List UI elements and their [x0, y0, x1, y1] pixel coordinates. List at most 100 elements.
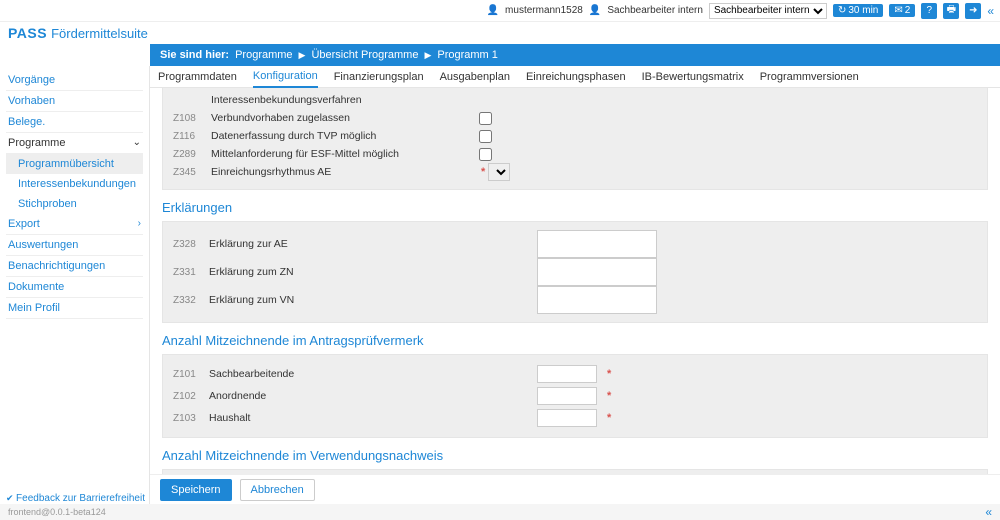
erklaerung-ae-input[interactable]	[537, 230, 657, 258]
expand-topbar-icon[interactable]: «	[987, 4, 994, 18]
field-label: Sachbearbeitende	[209, 368, 529, 380]
sidebar-item-vorhaben[interactable]: Vorhaben	[6, 91, 143, 112]
sidebar-item-export[interactable]: Export›	[6, 214, 143, 235]
field-label: Mittelanforderung für ESF-Mittel möglich	[211, 148, 421, 160]
field-code: Z102	[173, 391, 201, 402]
datenerfassung-checkbox[interactable]	[479, 130, 492, 143]
row-einreichungsrhythmus: Z345 Einreichungsrhythmus AE *	[173, 163, 977, 181]
mittelanforderung-checkbox[interactable]	[479, 148, 492, 161]
sidebar-item-programmuebersicht[interactable]: Programmübersicht	[6, 154, 143, 174]
form-actions: Speichern Abbrechen	[150, 474, 1000, 504]
row-erklaerung-zn: Z331 Erklärung zum ZN	[173, 258, 977, 286]
logo-pass: PASS	[8, 25, 47, 41]
mail-badge[interactable]: ✉ 2	[889, 4, 915, 17]
sidebar-item-dokumente[interactable]: Dokumente	[6, 277, 143, 298]
sidebar-item-programme[interactable]: Programme ⌄	[6, 133, 143, 154]
antrag-haushalt-input[interactable]	[537, 409, 597, 427]
field-code: Z116	[173, 131, 203, 142]
field-code: Z332	[173, 295, 201, 306]
tab-ausgabenplan[interactable]: Ausgabenplan	[440, 67, 510, 87]
required-icon: *	[481, 166, 485, 178]
session-timer[interactable]: ↻ 30 min	[833, 4, 883, 17]
logo-subtitle: Fördermittelsuite	[51, 26, 148, 41]
breadcrumb-programm1[interactable]: Programm 1	[437, 49, 498, 61]
session-timer-value: 30 min	[848, 5, 878, 16]
einreichungsrhythmus-select[interactable]	[488, 163, 510, 181]
chevron-right-icon: ›	[138, 218, 141, 229]
feedback-link[interactable]: Feedback zur Barrierefreiheit	[6, 493, 145, 504]
form-scroll[interactable]: Interessenbekundungsverfahren Z108 Verbu…	[150, 88, 1000, 504]
content-area: Programmdaten Konfiguration Finanzierung…	[150, 66, 1000, 504]
row-erklaerung-ae: Z328 Erklärung zur AE	[173, 230, 977, 258]
erklaerung-zn-input[interactable]	[537, 258, 657, 286]
required-icon: *	[607, 368, 611, 380]
required-icon: *	[607, 390, 611, 402]
section-antrag: Z101 Sachbearbeitende * Z102 Anordnende …	[162, 354, 988, 438]
sidebar-item-benachrichtigungen[interactable]: Benachrichtigungen	[6, 256, 143, 277]
chevron-down-icon: ⌄	[133, 137, 141, 148]
sidebar-item-meinprofil[interactable]: Mein Profil	[6, 298, 143, 319]
field-label: Einreichungsrhythmus AE	[211, 166, 421, 178]
row-mittelanforderung: Z289 Mittelanforderung für ESF-Mittel mö…	[173, 145, 977, 163]
sidebar-item-belege[interactable]: Belege.	[6, 112, 143, 133]
antrag-anordnende-input[interactable]	[537, 387, 597, 405]
field-label: Interessenbekundungsverfahren	[211, 94, 421, 106]
sidebar: Vorgänge Vorhaben Belege. Programme ⌄ Pro…	[0, 66, 150, 504]
chevron-right-icon: ▶	[424, 50, 431, 61]
breadcrumb-programme[interactable]: Programme	[235, 49, 292, 61]
field-code: Z103	[173, 413, 201, 424]
sidebar-item-interessenbekundungen[interactable]: Interessenbekundungen	[6, 174, 143, 194]
section-erklaerungen: Z328 Erklärung zur AE Z331 Erklärung zum…	[162, 221, 988, 323]
cancel-button[interactable]: Abbrechen	[240, 479, 315, 501]
collapse-sidebar-icon[interactable]: «	[985, 505, 992, 519]
role-select[interactable]: Sachbearbeiter intern	[709, 3, 827, 19]
row-interessenbekundung: Interessenbekundungsverfahren	[173, 91, 977, 109]
logout-button[interactable]: ➜	[965, 3, 981, 19]
status-bar: frontend@0.0.1-beta124 «	[0, 504, 1000, 520]
help-button[interactable]: ?	[921, 3, 937, 19]
breadcrumb-uebersicht[interactable]: Übersicht Programme	[311, 49, 418, 61]
print-button[interactable]: 🖶	[943, 3, 959, 19]
chevron-right-icon: ▶	[299, 50, 306, 61]
config-block-top: Interessenbekundungsverfahren Z108 Verbu…	[162, 88, 988, 190]
tab-finanzierungsplan[interactable]: Finanzierungsplan	[334, 67, 424, 87]
field-label: Erklärung zum ZN	[209, 266, 529, 278]
tab-konfiguration[interactable]: Konfiguration	[253, 66, 318, 88]
tab-programmdaten[interactable]: Programmdaten	[158, 67, 237, 87]
mail-count: 2	[905, 5, 911, 16]
tab-einreichungsphasen[interactable]: Einreichungsphasen	[526, 67, 626, 87]
save-button[interactable]: Speichern	[160, 479, 232, 501]
row-erklaerung-vn: Z332 Erklärung zum VN	[173, 286, 977, 314]
sidebar-item-label: Programme	[8, 137, 65, 149]
row-antrag-sachbearbeitende: Z101 Sachbearbeitende *	[173, 363, 977, 385]
erklaerung-vn-input[interactable]	[537, 286, 657, 314]
logo-row: PASS Fördermittelsuite	[0, 22, 1000, 44]
required-icon: *	[607, 412, 611, 424]
field-code: Z331	[173, 267, 201, 278]
section-antrag-title: Anzahl Mitzeichnende im Antragsprüfverme…	[162, 333, 988, 348]
sidebar-item-auswertungen[interactable]: Auswertungen	[6, 235, 143, 256]
field-code: Z289	[173, 149, 203, 160]
username: mustermann1528	[505, 5, 583, 16]
role-icon: 👤	[589, 5, 601, 16]
field-code: Z328	[173, 239, 201, 250]
row-verbundvorhaben: Z108 Verbundvorhaben zugelassen	[173, 109, 977, 127]
field-label: Verbundvorhaben zugelassen	[211, 112, 421, 124]
utility-bar: 👤 mustermann1528 👤 Sachbearbeiter intern…	[0, 0, 1000, 22]
role-label: Sachbearbeiter intern	[607, 5, 703, 16]
field-control: *	[479, 163, 510, 181]
breadcrumb-label: Sie sind hier:	[160, 49, 229, 61]
field-label: Anordnende	[209, 390, 529, 402]
sidebar-item-stichproben[interactable]: Stichproben	[6, 194, 143, 214]
user-icon: 👤	[487, 5, 499, 16]
section-erklaerungen-title: Erklärungen	[162, 200, 988, 215]
row-datenerfassung: Z116 Datenerfassung durch TVP möglich	[173, 127, 977, 145]
field-code: Z101	[173, 369, 201, 380]
tab-programmversionen[interactable]: Programmversionen	[760, 67, 859, 87]
antrag-sachbearbeitende-input[interactable]	[537, 365, 597, 383]
verbundvorhaben-checkbox[interactable]	[479, 112, 492, 125]
sidebar-item-vorgaenge[interactable]: Vorgänge	[6, 70, 143, 91]
field-label: Erklärung zum VN	[209, 294, 529, 306]
tab-ibbewertungsmatrix[interactable]: IB-Bewertungsmatrix	[642, 67, 744, 87]
row-antrag-haushalt: Z103 Haushalt *	[173, 407, 977, 429]
